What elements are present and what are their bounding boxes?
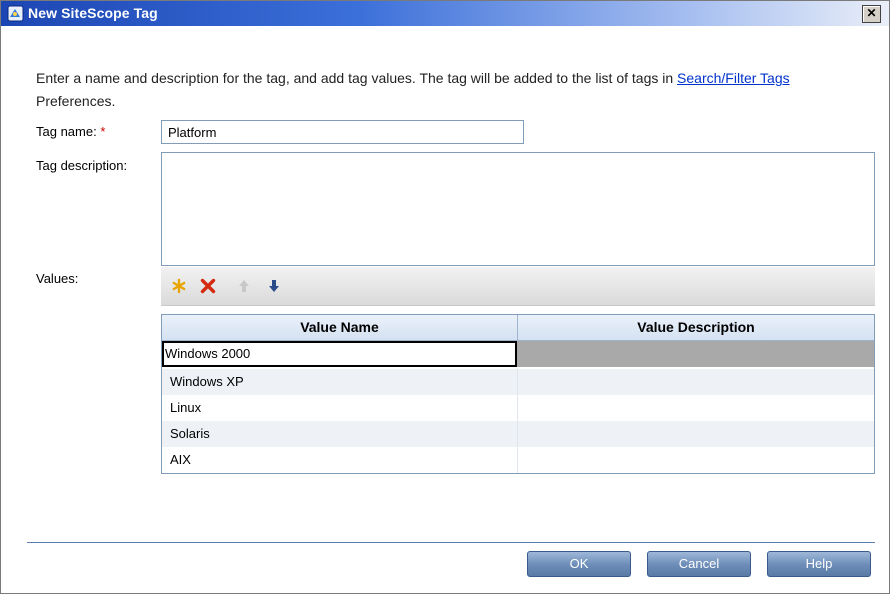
required-marker: * — [100, 124, 106, 139]
new-value-icon — [172, 278, 186, 294]
tag-description-input[interactable] — [161, 152, 875, 266]
window-title: New SiteScope Tag — [28, 5, 158, 21]
tag-name-label: Tag name: * — [36, 124, 105, 139]
value-description-cell[interactable] — [517, 341, 874, 367]
column-header-value-description[interactable]: Value Description — [518, 315, 874, 340]
instructions-after-link: Preferences. — [36, 93, 116, 109]
delete-value-button[interactable] — [199, 277, 217, 295]
tag-name-label-text: Tag name: — [36, 124, 97, 139]
value-description-cell[interactable] — [517, 369, 874, 395]
search-filter-tags-link[interactable]: Search/Filter Tags — [677, 70, 790, 86]
new-value-button[interactable] — [170, 277, 188, 295]
values-label: Values: — [36, 271, 79, 286]
help-button[interactable]: Help — [767, 551, 871, 577]
values-table-header: Value Name Value Description — [162, 315, 874, 341]
instructions-text: Enter a name and description for the tag… — [36, 67, 866, 113]
move-up-icon — [239, 280, 249, 292]
move-down-icon — [269, 280, 279, 292]
value-name-cell[interactable]: AIX — [162, 447, 517, 473]
values-table: Value Name Value Description Windows 200… — [161, 314, 875, 474]
table-row[interactable]: Solaris — [162, 421, 874, 447]
ok-button[interactable]: OK — [527, 551, 631, 577]
table-row[interactable]: Linux — [162, 395, 874, 421]
delete-value-icon — [200, 278, 216, 294]
new-sitescope-tag-dialog: New SiteScope Tag ✕ Enter a name and des… — [0, 0, 890, 594]
sitescope-app-icon — [7, 5, 24, 22]
table-row[interactable]: Windows XP — [162, 369, 874, 395]
instructions-before-link: Enter a name and description for the tag… — [36, 70, 678, 86]
value-name-cell[interactable]: Linux — [162, 395, 517, 421]
table-row[interactable]: AIX — [162, 447, 874, 473]
value-description-cell[interactable] — [517, 421, 874, 447]
value-name-cell-editing[interactable]: Windows 2000 — [162, 341, 517, 367]
tag-description-label: Tag description: — [36, 158, 128, 173]
table-row[interactable]: Windows 2000 — [162, 341, 874, 367]
column-header-value-name[interactable]: Value Name — [162, 315, 517, 340]
title-bar[interactable]: New SiteScope Tag ✕ — [1, 1, 889, 26]
value-description-cell[interactable] — [517, 447, 874, 473]
move-down-button[interactable] — [265, 277, 283, 295]
value-name-cell[interactable]: Solaris — [162, 421, 517, 447]
tag-name-input[interactable] — [161, 120, 524, 144]
move-up-button[interactable] — [235, 277, 253, 295]
values-toolbar — [161, 267, 875, 306]
close-icon: ✕ — [866, 6, 877, 20]
close-button[interactable]: ✕ — [862, 5, 881, 23]
value-name-cell[interactable]: Windows XP — [162, 369, 517, 395]
footer-divider — [27, 542, 875, 543]
cancel-button[interactable]: Cancel — [647, 551, 751, 577]
value-description-cell[interactable] — [517, 395, 874, 421]
